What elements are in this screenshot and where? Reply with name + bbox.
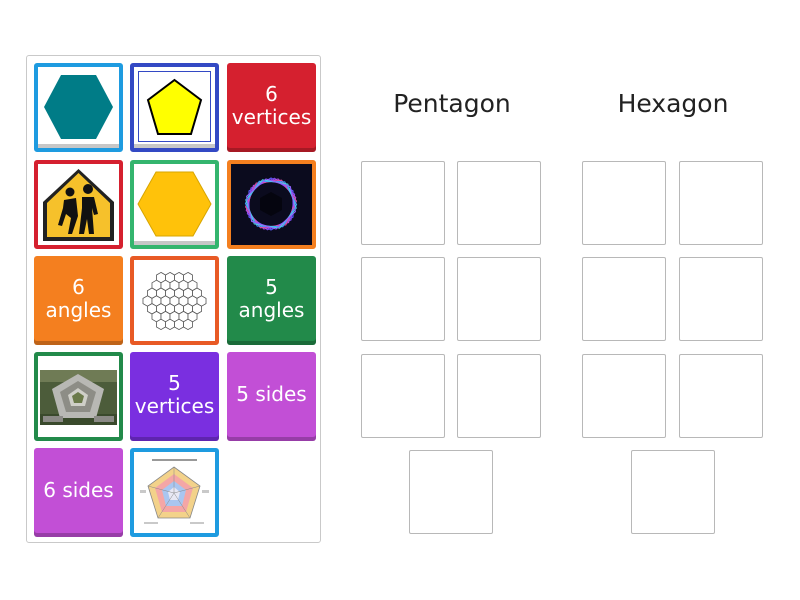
hexagon-drop-slot[interactable] (679, 257, 763, 341)
tile-five-vertices[interactable]: 5 vertices (130, 352, 219, 441)
tile-school-crossing-sign[interactable] (34, 160, 123, 249)
tile-six-vertices[interactable]: 6 vertices (227, 63, 316, 152)
pentagon-drop-slot[interactable] (457, 161, 541, 245)
tile-label: 6 sides (43, 478, 114, 502)
tile-five-sides[interactable]: 5 sides (227, 352, 316, 441)
honeycomb-cell (156, 318, 166, 331)
pentagon-drop-slot[interactable] (409, 450, 493, 534)
tile-five-angles[interactable]: 5 angles (227, 256, 316, 345)
tile-label: 5 angles (238, 274, 305, 322)
pentagon-drop-slot[interactable] (457, 354, 541, 438)
tile-pentagon-building-photo[interactable] (34, 352, 123, 441)
pentagon-shape-icon (146, 78, 203, 135)
honeycomb-cell (183, 318, 193, 331)
tile-label: 6 angles (45, 274, 112, 322)
honeycomb-cell (174, 318, 184, 331)
hexagon-drop-slot[interactable] (582, 354, 666, 438)
hexagon-drop-slot[interactable] (582, 257, 666, 341)
tile-pentagon-yellow[interactable] (130, 63, 219, 152)
honeycomb-grid-icon (134, 260, 215, 341)
pentagon-drop-slot[interactable] (361, 161, 445, 245)
tile-label: 6 vertices (231, 81, 312, 129)
school-crossing-sign-icon (38, 164, 119, 245)
tile-hexagon-yellow[interactable] (130, 160, 219, 249)
hexagon-shape-icon (137, 171, 212, 237)
tile-six-sides[interactable]: 6 sides (34, 448, 123, 537)
pentagon-column-title: Pentagon (393, 89, 511, 118)
pentagon-drop-slot[interactable] (361, 257, 445, 341)
tile-pentagon-chart[interactable] (130, 448, 219, 537)
tile-hexagon-teal[interactable] (34, 63, 123, 152)
tile-honeycomb-grid[interactable] (130, 256, 219, 345)
tile-label: 5 vertices (134, 370, 215, 418)
tile-label: 5 sides (236, 382, 307, 406)
tile-six-angles[interactable]: 6 angles (34, 256, 123, 345)
tile-neon-hexagon[interactable] (227, 160, 316, 249)
neon-hexagon-icon (231, 164, 312, 245)
pentagon-drop-slot[interactable] (457, 257, 541, 341)
hexagon-drop-slot[interactable] (679, 354, 763, 438)
pentagon-chart-icon (134, 452, 215, 533)
hexagon-column-title: Hexagon (617, 89, 729, 118)
pentagon-building-photo-icon (38, 356, 119, 437)
hexagon-drop-slot[interactable] (582, 161, 666, 245)
hexagon-drop-slot[interactable] (679, 161, 763, 245)
honeycomb-cell (165, 318, 175, 331)
hexagon-shape-icon (44, 75, 113, 139)
pentagon-drop-slot[interactable] (361, 354, 445, 438)
hexagon-drop-slot[interactable] (631, 450, 715, 534)
